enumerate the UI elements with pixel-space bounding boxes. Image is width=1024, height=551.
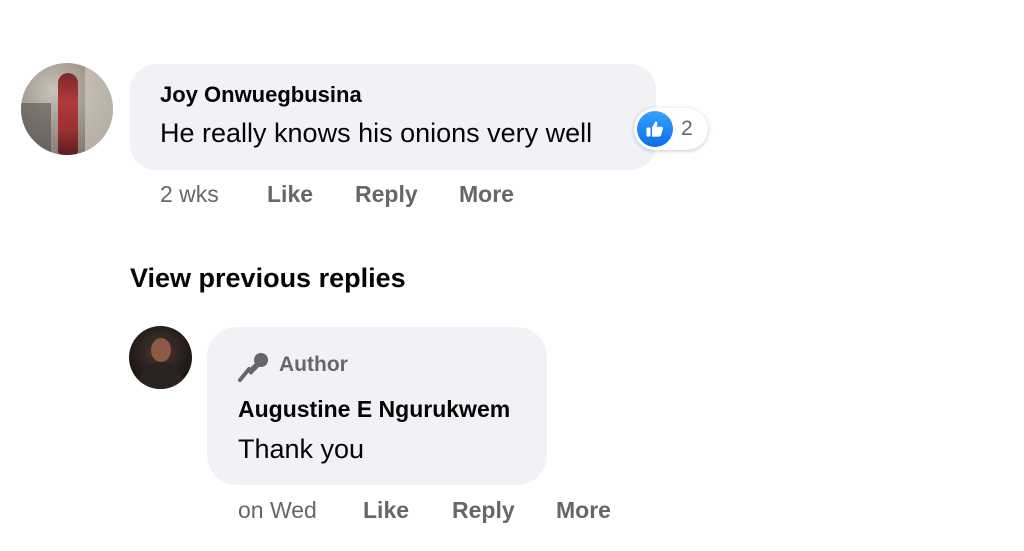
author-badge-label: Author [279,353,348,376]
reply-timestamp[interactable]: on Wed [238,497,317,524]
more-button[interactable]: More [459,181,514,208]
reply-text: Thank you [238,434,365,464]
more-button[interactable]: More [556,497,611,524]
like-button[interactable]: Like [363,497,409,524]
comment-bubble [130,64,656,170]
avatar[interactable] [21,63,113,155]
reaction-summary[interactable]: 2 [634,108,708,150]
avatar[interactable] [129,326,192,389]
comment-author-name[interactable]: Joy Onwuegbusina [160,82,362,108]
microphone-icon [237,351,271,388]
comment-text: He really knows his onions very well [160,118,593,148]
view-previous-replies-link[interactable]: View previous replies [130,263,406,294]
reply-button[interactable]: Reply [452,497,515,524]
like-button[interactable]: Like [267,181,313,208]
like-thumbs-up-icon [637,111,673,147]
comment-timestamp[interactable]: 2 wks [160,181,219,208]
reply-author-name[interactable]: Augustine E Ngurukwem [238,396,510,423]
reaction-count: 2 [681,117,693,140]
reply-button[interactable]: Reply [355,181,418,208]
